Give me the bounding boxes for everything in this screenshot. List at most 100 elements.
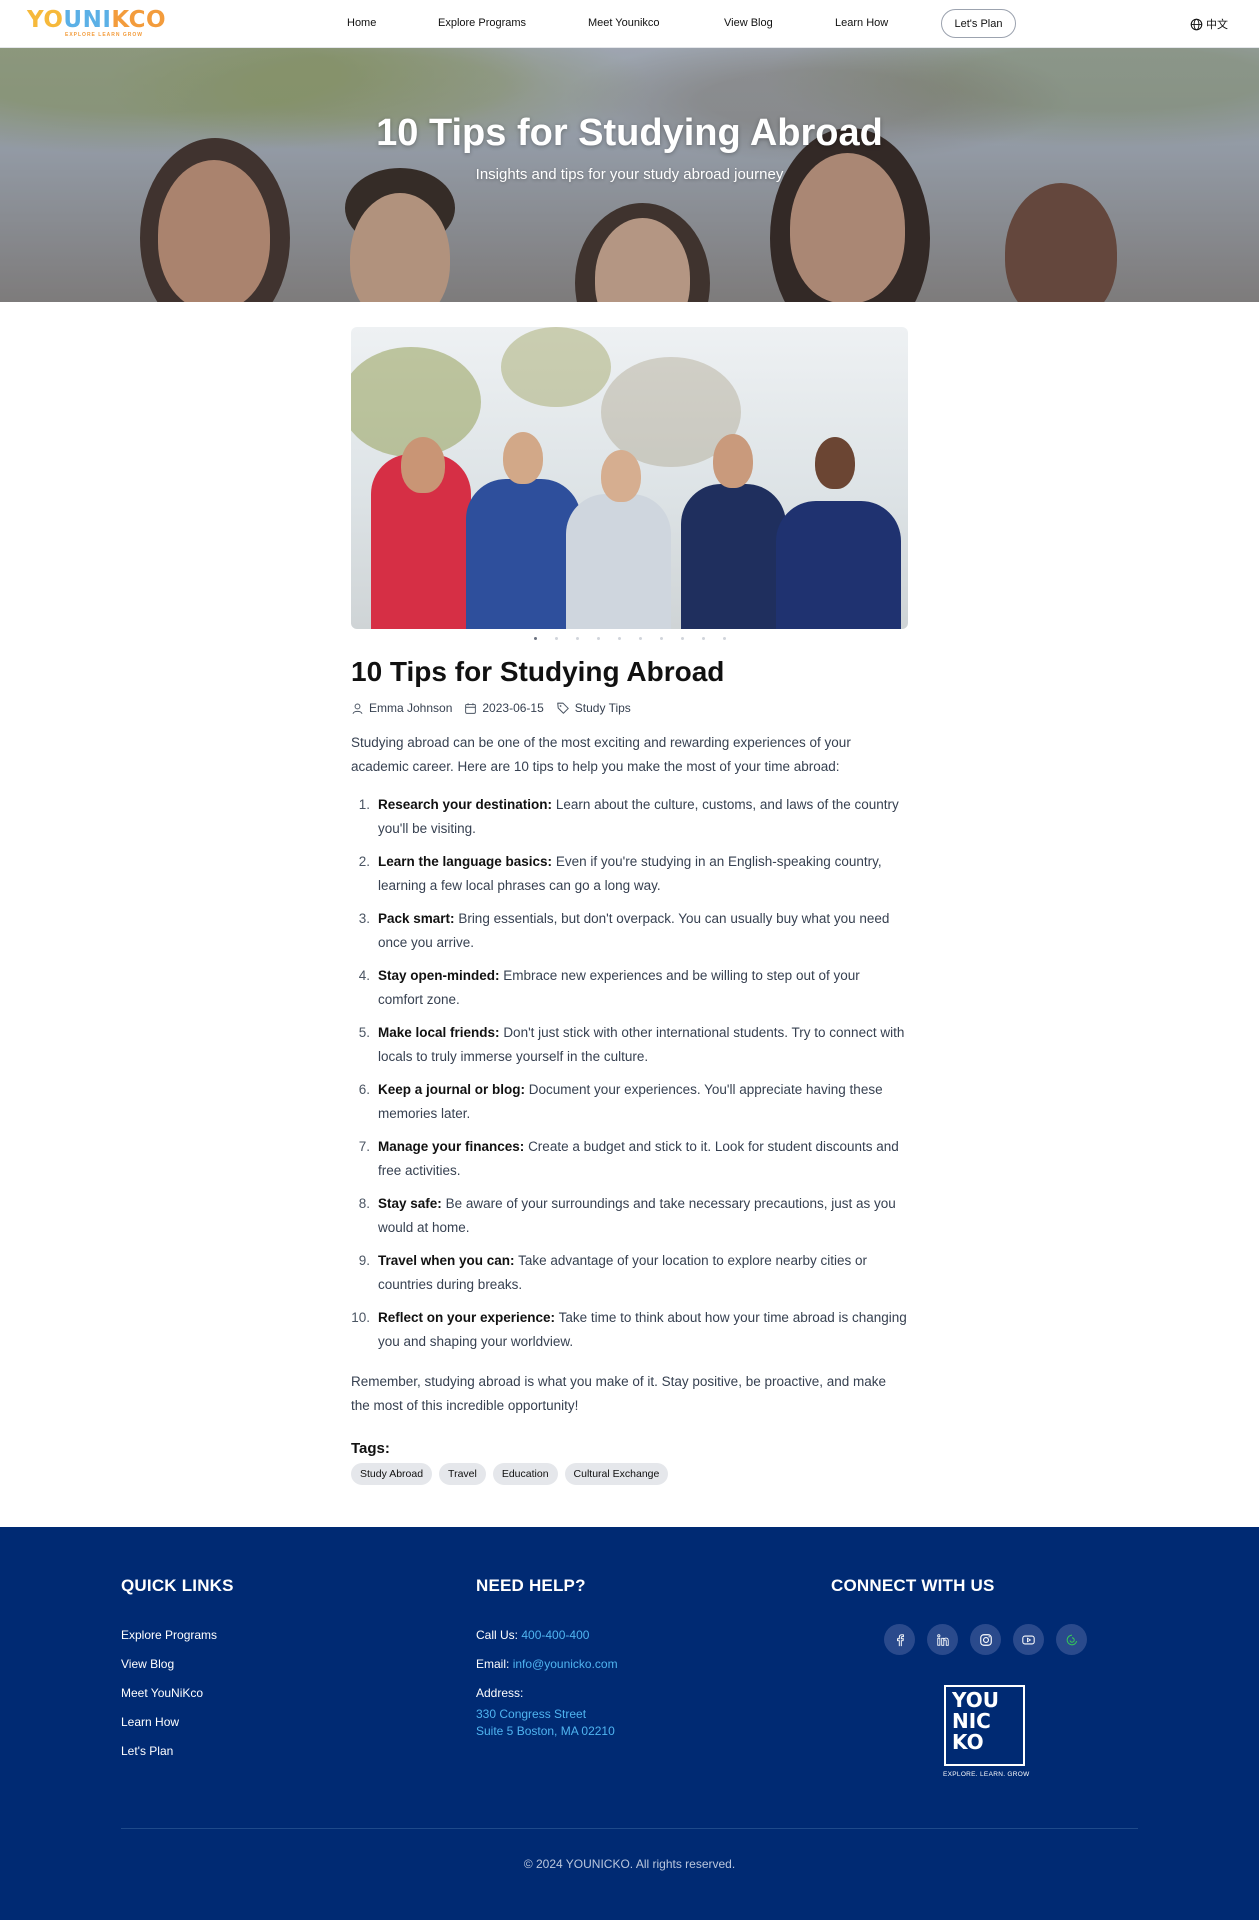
- need-help-heading: NEED HELP?: [476, 1576, 586, 1595]
- tip-number: 5.: [358, 1025, 370, 1040]
- tip-number: 10.: [351, 1310, 370, 1325]
- tip-heading: Learn the language basics:: [378, 854, 553, 869]
- category-text: Study Tips: [574, 701, 631, 715]
- footer-link-explore-programs[interactable]: Explore Programs: [121, 1628, 234, 1642]
- tip-body: Reflect on your experience: Take time to…: [378, 1306, 908, 1354]
- wechat-icon[interactable]: [1056, 1624, 1087, 1655]
- carousel-dot[interactable]: [680, 636, 684, 640]
- site-logo[interactable]: YOUNIKCO EXPLORE LEARN GROW: [27, 8, 167, 40]
- footer-divider: [121, 1828, 1138, 1829]
- tip-body: Manage your finances: Create a budget an…: [378, 1135, 908, 1183]
- footer-logo[interactable]: YOU NIC KO: [944, 1685, 1025, 1766]
- tip-number: 4.: [358, 968, 370, 983]
- nav-explore-programs[interactable]: Explore Programs: [438, 17, 526, 29]
- carousel-dot[interactable]: [575, 636, 579, 640]
- calendar-icon: [465, 702, 477, 714]
- email-row: Email: info@younicko.com: [476, 1657, 618, 1671]
- tip-item: 5. Make local friends: Don't just stick w…: [351, 1021, 908, 1069]
- tip-body: Stay open-minded: Embrace new experience…: [378, 964, 908, 1012]
- carousel-dot[interactable]: [659, 636, 663, 640]
- carousel-dot[interactable]: [722, 636, 726, 640]
- carousel-dots[interactable]: [351, 631, 908, 645]
- author-name: Emma Johnson: [369, 701, 453, 715]
- photo-face: [713, 434, 753, 488]
- article-category[interactable]: Study Tips: [556, 701, 631, 715]
- tip-heading: Reflect on your experience:: [378, 1310, 556, 1325]
- tip-heading: Research your destination:: [378, 797, 553, 812]
- article-meta: Emma Johnson 2023-06-15 Study Tips: [351, 701, 908, 715]
- email-link[interactable]: info@younicko.com: [513, 1657, 618, 1671]
- article-photo-carousel[interactable]: [351, 327, 908, 629]
- tip-heading: Pack smart:: [378, 911, 455, 926]
- site-header: YOUNIKCO EXPLORE LEARN GROW Home Explore…: [0, 0, 1259, 48]
- linkedin-icon[interactable]: [927, 1624, 958, 1655]
- tip-number: 3.: [358, 911, 370, 926]
- tip-number: 8.: [358, 1196, 370, 1211]
- address-line-1[interactable]: 330 Congress Street: [476, 1707, 618, 1721]
- nav-home[interactable]: Home: [347, 17, 376, 29]
- facebook-icon[interactable]: [884, 1624, 915, 1655]
- tip-heading: Make local friends:: [378, 1025, 500, 1040]
- nav-learn-how[interactable]: Learn How: [835, 17, 888, 29]
- footer-logo-tagline: EXPLORE. LEARN. GROW: [943, 1771, 1030, 1778]
- carousel-dot[interactable]: [638, 636, 642, 640]
- address-line-2[interactable]: Suite 5 Boston, MA 02210: [476, 1724, 618, 1738]
- photo-person-blue-shirt: [466, 479, 581, 629]
- nav-view-blog[interactable]: View Blog: [724, 17, 773, 29]
- connect-heading: CONNECT WITH US: [831, 1576, 995, 1595]
- tip-number: 6.: [358, 1082, 370, 1097]
- carousel-dot[interactable]: [533, 636, 537, 640]
- article-title: 10 Tips for Studying Abroad: [351, 656, 725, 687]
- footer-link-view-blog[interactable]: View Blog: [121, 1657, 234, 1671]
- footer-connect: CONNECT WITH US: [831, 1576, 995, 1596]
- tip-text: Be aware of your surroundings and take n…: [378, 1196, 896, 1235]
- photo-person-navy-polo: [776, 501, 901, 629]
- tip-body: Learn the language basics: Even if you'r…: [378, 850, 908, 898]
- lets-plan-button[interactable]: Let's Plan: [941, 9, 1016, 38]
- tag-chip[interactable]: Education: [492, 1463, 558, 1485]
- tag-chip[interactable]: Cultural Exchange: [564, 1463, 669, 1485]
- tip-item: 3. Pack smart: Bring essentials, but don'…: [351, 907, 908, 955]
- carousel-dot[interactable]: [596, 636, 600, 640]
- site-footer: QUICK LINKS Explore Programs View Blog M…: [0, 1527, 1259, 1920]
- carousel-dot[interactable]: [701, 636, 705, 640]
- tip-body: Research your destination: Learn about t…: [378, 793, 908, 841]
- tip-body: Make local friends: Don't just stick wit…: [378, 1021, 908, 1069]
- footer-link-meet-younikco[interactable]: Meet YouNiKco: [121, 1686, 234, 1700]
- photo-face: [815, 437, 855, 489]
- tip-item: 9. Travel when you can: Take advantage of…: [351, 1249, 908, 1297]
- photo-foliage: [501, 327, 611, 407]
- tip-item: 1. Research your destination: Learn about…: [351, 793, 908, 841]
- photo-face: [503, 432, 543, 484]
- article-author: Emma Johnson: [351, 701, 452, 715]
- footer-link-lets-plan[interactable]: Let's Plan: [121, 1744, 234, 1758]
- phone-label: Call Us:: [476, 1628, 519, 1642]
- photo-face: [601, 450, 641, 502]
- tip-number: 7.: [358, 1139, 370, 1154]
- tip-heading: Manage your finances:: [378, 1139, 525, 1154]
- tag-icon: [556, 702, 569, 714]
- tip-heading: Keep a journal or blog:: [378, 1082, 526, 1097]
- tag-chip[interactable]: Travel: [439, 1463, 486, 1485]
- tip-number: 2.: [358, 854, 370, 869]
- carousel-dot[interactable]: [554, 636, 558, 640]
- logo-wordmark: YOUNIKCO: [27, 7, 167, 33]
- language-switcher[interactable]: 中文: [1190, 16, 1228, 32]
- carousel-dot[interactable]: [617, 636, 621, 640]
- youtube-icon[interactable]: [1013, 1624, 1044, 1655]
- hero-title: 10 Tips for Studying Abroad: [376, 112, 883, 154]
- tip-item: 4. Stay open-minded: Embrace new experien…: [351, 964, 908, 1012]
- user-icon: [352, 703, 363, 714]
- footer-link-learn-how[interactable]: Learn How: [121, 1715, 234, 1729]
- tags-list: Study Abroad Travel Education Cultural E…: [351, 1463, 908, 1485]
- nav-meet-younikco[interactable]: Meet Younikco: [588, 17, 660, 29]
- tip-heading: Travel when you can:: [378, 1253, 515, 1268]
- article: 10 Tips for Studying Abroad Emma Johnson…: [351, 327, 908, 1485]
- article-intro: Studying abroad can be one of the most e…: [351, 735, 851, 774]
- tag-chip[interactable]: Study Abroad: [351, 1463, 433, 1485]
- phone-link[interactable]: 400-400-400: [521, 1628, 589, 1642]
- footer-logo-line: YOU: [952, 1688, 1000, 1712]
- tip-heading: Stay open-minded:: [378, 968, 500, 983]
- instagram-icon[interactable]: [970, 1624, 1001, 1655]
- tip-body: Stay safe: Be aware of your surroundings…: [378, 1192, 908, 1240]
